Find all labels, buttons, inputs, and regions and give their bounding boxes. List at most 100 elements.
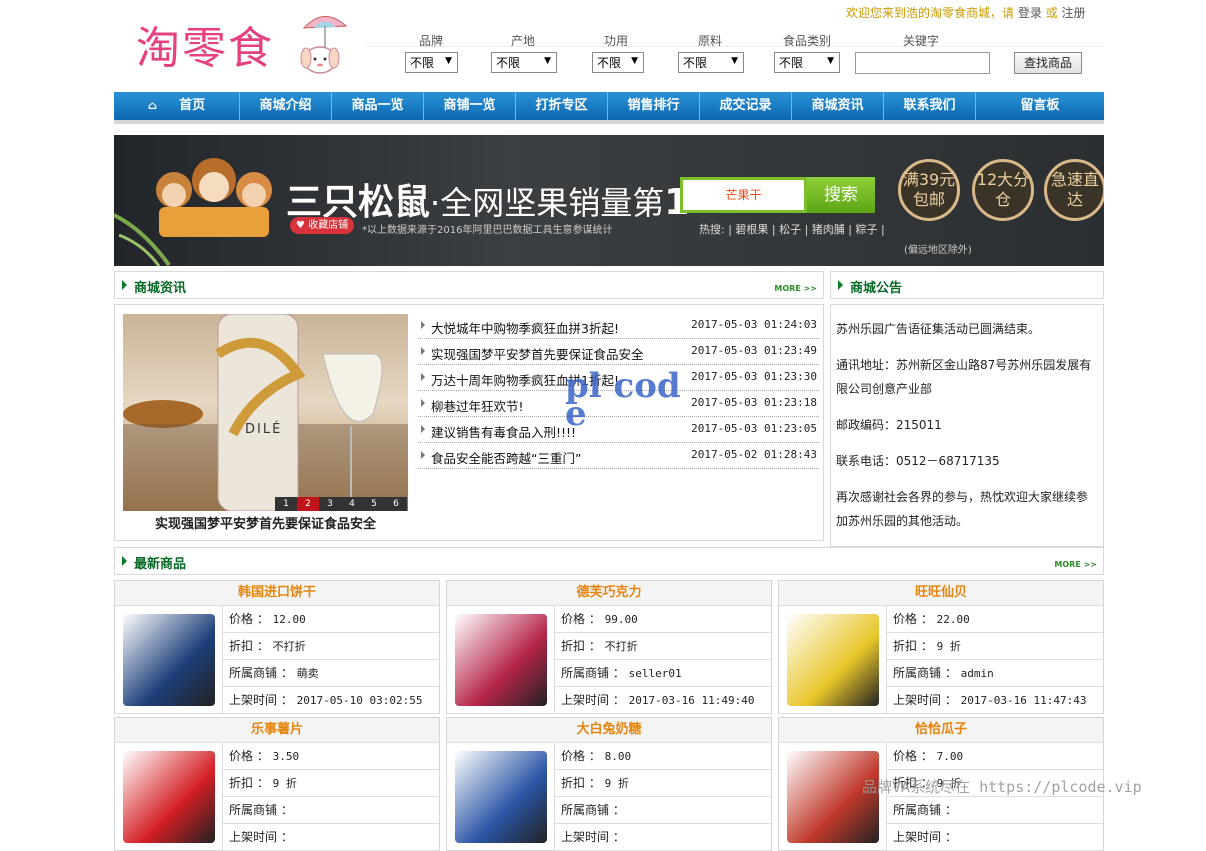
product-card[interactable]: 大白兔奶糖 价格 ： 8.00 折扣 ： 9 折所属商铺 ： 上架时间 ： <box>446 717 772 851</box>
dropdown-arrow-icon: ▼ <box>445 56 452 66</box>
bullet-icon <box>421 321 425 329</box>
product-price-value: 99.00 <box>604 613 638 626</box>
pager-4[interactable]: 4 <box>341 497 363 511</box>
product-shop-row: 所属商铺 ： 萌卖 <box>223 660 439 687</box>
pager-2[interactable]: 2 <box>297 497 319 511</box>
home-icon: ⌂ <box>147 99 158 112</box>
pager-6[interactable]: 6 <box>385 497 407 511</box>
news-title: 商城资讯 <box>134 281 187 296</box>
product-discount-label: 折扣 ： <box>229 776 269 790</box>
material-select[interactable]: 不限 ▼ <box>678 52 744 73</box>
newest-more-link[interactable]: MORE >> <box>1054 560 1097 569</box>
product-discount-row: 折扣 ： 9 折 <box>223 770 439 797</box>
product-shop-label: 所属商铺 ： <box>561 666 625 680</box>
category-select[interactable]: 不限 ▼ <box>774 52 840 73</box>
brand-select-value: 不限 <box>410 56 435 70</box>
product-name[interactable]: 大白兔奶糖 <box>447 718 771 743</box>
favorite-shop-button[interactable]: ♥ 收藏店铺 <box>290 217 354 234</box>
arrow-right-icon <box>122 556 127 566</box>
news-item[interactable]: 食品安全能否跨越“三重门” 2017-05-02 01:28:43 <box>418 443 819 469</box>
product-discount-label: 折扣 ： <box>893 639 933 653</box>
keyword-input[interactable] <box>855 52 990 74</box>
product-image[interactable] <box>115 743 223 851</box>
search-button[interactable]: 查找商品 <box>1014 52 1082 74</box>
nav-news[interactable]: 商城资讯 <box>792 92 884 120</box>
product-name[interactable]: 旺旺仙贝 <box>779 581 1103 606</box>
news-item-date: 2017-05-02 01:28:43 <box>691 448 817 461</box>
news-item-title[interactable]: 建议销售有毒食品入刑!!!! <box>431 422 576 441</box>
product-time-label: 上架时间 ： <box>229 830 293 844</box>
product-card[interactable]: 旺旺仙贝 价格 ： 22.00 折扣 ： 9 折所属商铺 ： admin 上架时间 ：… <box>778 580 1104 714</box>
login-link[interactable]: 登录 <box>1018 6 1042 20</box>
product-discount-label: 折扣 ： <box>561 776 601 790</box>
product-package-image <box>455 614 547 706</box>
watermark-logo: pl code <box>565 369 685 431</box>
filter-label-origin: 产地 <box>510 34 535 48</box>
nav-guestbook[interactable]: 留言板 <box>976 92 1104 120</box>
product-shop-row: 所属商铺 ： seller01 <box>555 660 771 687</box>
product-time-row: 上架时间 ： 2017-03-16 11:49:40 <box>555 687 771 714</box>
product-time-label: 上架时间 ： <box>893 830 957 844</box>
product-image[interactable] <box>779 743 887 851</box>
news-item[interactable]: 实现强国梦平安梦首先要保证食品安全 2017-05-03 01:23:49 <box>418 339 819 365</box>
banner-search-box[interactable]: 芒果干 <box>680 177 807 213</box>
product-shop-label: 所属商铺 ： <box>229 803 293 817</box>
product-image[interactable] <box>115 606 223 714</box>
product-name[interactable]: 恰恰瓜子 <box>779 718 1103 743</box>
product-name[interactable]: 乐事薯片 <box>115 718 439 743</box>
product-price-value: 7.00 <box>936 750 964 763</box>
news-item-title[interactable]: 食品安全能否跨越“三重门” <box>431 448 581 467</box>
nav-shops[interactable]: 商铺一览 <box>424 92 516 120</box>
pager-5[interactable]: 5 <box>363 497 385 511</box>
product-price-label: 价格 ： <box>893 612 933 626</box>
product-image[interactable] <box>447 743 555 851</box>
pager-3[interactable]: 3 <box>319 497 341 511</box>
arrow-right-icon <box>838 280 843 290</box>
dropdown-arrow-icon: ▼ <box>731 56 738 66</box>
nav-contact[interactable]: 联系我们 <box>884 92 976 120</box>
brand-select[interactable]: 不限 ▼ <box>405 52 458 73</box>
product-price-row: 价格 ： 7.00 <box>887 743 1103 770</box>
product-price-row: 价格 ： 12.00 <box>223 606 439 633</box>
product-card[interactable]: 乐事薯片 价格 ： 3.50 折扣 ： 9 折所属商铺 ： 上架时间 ： <box>114 717 440 851</box>
nav-products[interactable]: 商品一览 <box>332 92 424 120</box>
news-more-link[interactable]: MORE >> <box>774 284 817 293</box>
function-select-value: 不限 <box>597 56 622 70</box>
product-time-label: 上架时间 ： <box>893 693 957 707</box>
origin-select[interactable]: 不限 ▼ <box>491 52 557 73</box>
nav-deals[interactable]: 成交记录 <box>700 92 792 120</box>
nav-sales-rank[interactable]: 销售排行 <box>608 92 700 120</box>
product-image[interactable] <box>447 606 555 714</box>
product-name[interactable]: 德芙巧克力 <box>447 581 771 606</box>
product-card[interactable]: 德芙巧克力 价格 ： 99.00 折扣 ： 不打折 所属商铺 ： seller01 上架… <box>446 580 772 714</box>
product-image[interactable] <box>779 606 887 714</box>
function-select[interactable]: 不限 ▼ <box>592 52 644 73</box>
news-item-title[interactable]: 实现强国梦平安梦首先要保证食品安全 <box>431 344 644 363</box>
product-discount-value: 9 折 <box>936 640 961 653</box>
slideshow-caption[interactable]: 实现强国梦平安梦首先要保证食品安全 <box>123 513 408 532</box>
register-link[interactable]: 注册 <box>1062 6 1086 20</box>
heart-icon: ♥ <box>295 220 309 231</box>
product-shop-value: admin <box>960 667 994 680</box>
nav-mall-intro[interactable]: 商城介绍 <box>240 92 332 120</box>
product-name[interactable]: 韩国进口饼干 <box>115 581 439 606</box>
footer-watermark: 品牌VA系统尽在 https://plcode.vip <box>862 778 1142 796</box>
site-logo[interactable]: 淘零食 <box>136 8 356 80</box>
nav-discount[interactable]: 打折专区 <box>516 92 608 120</box>
notice-paragraph: 联系电话：0512－68717135 <box>836 454 1000 468</box>
news-slideshow-image[interactable]: DILÉ <box>123 314 408 511</box>
welcome-text: 欢迎您来到浩的淘零食商城，请 <box>846 6 1015 20</box>
product-price-label: 价格 ： <box>561 612 601 626</box>
pager-1[interactable]: 1 <box>275 497 297 511</box>
dropdown-arrow-icon: ▼ <box>544 56 551 66</box>
product-card[interactable]: 韩国进口饼干 价格 ： 12.00 折扣 ： 不打折 所属商铺 ： 萌卖 上架时间 ： … <box>114 580 440 714</box>
news-item[interactable]: 大悦城年中购物季疯狂血拼3折起! 2017-05-03 01:24:03 <box>418 313 819 339</box>
nav-home[interactable]: ⌂ 首页 <box>114 92 240 120</box>
news-item-title[interactable]: 大悦城年中购物季疯狂血拼3折起! <box>431 318 619 337</box>
news-item-title[interactable]: 柳巷过年狂欢节! <box>431 396 524 415</box>
product-time-label: 上架时间 ： <box>561 830 625 844</box>
filter-label-brand: 品牌 <box>418 34 443 48</box>
squirrel-mascots-image <box>114 158 272 266</box>
promo-banner[interactable]: 三只松鼠·全网坚果销量第1* ♥ 收藏店铺 *以上数据来源于2016年阿里巴巴数… <box>114 135 1104 266</box>
banner-search-button[interactable]: 搜索 <box>807 177 875 213</box>
